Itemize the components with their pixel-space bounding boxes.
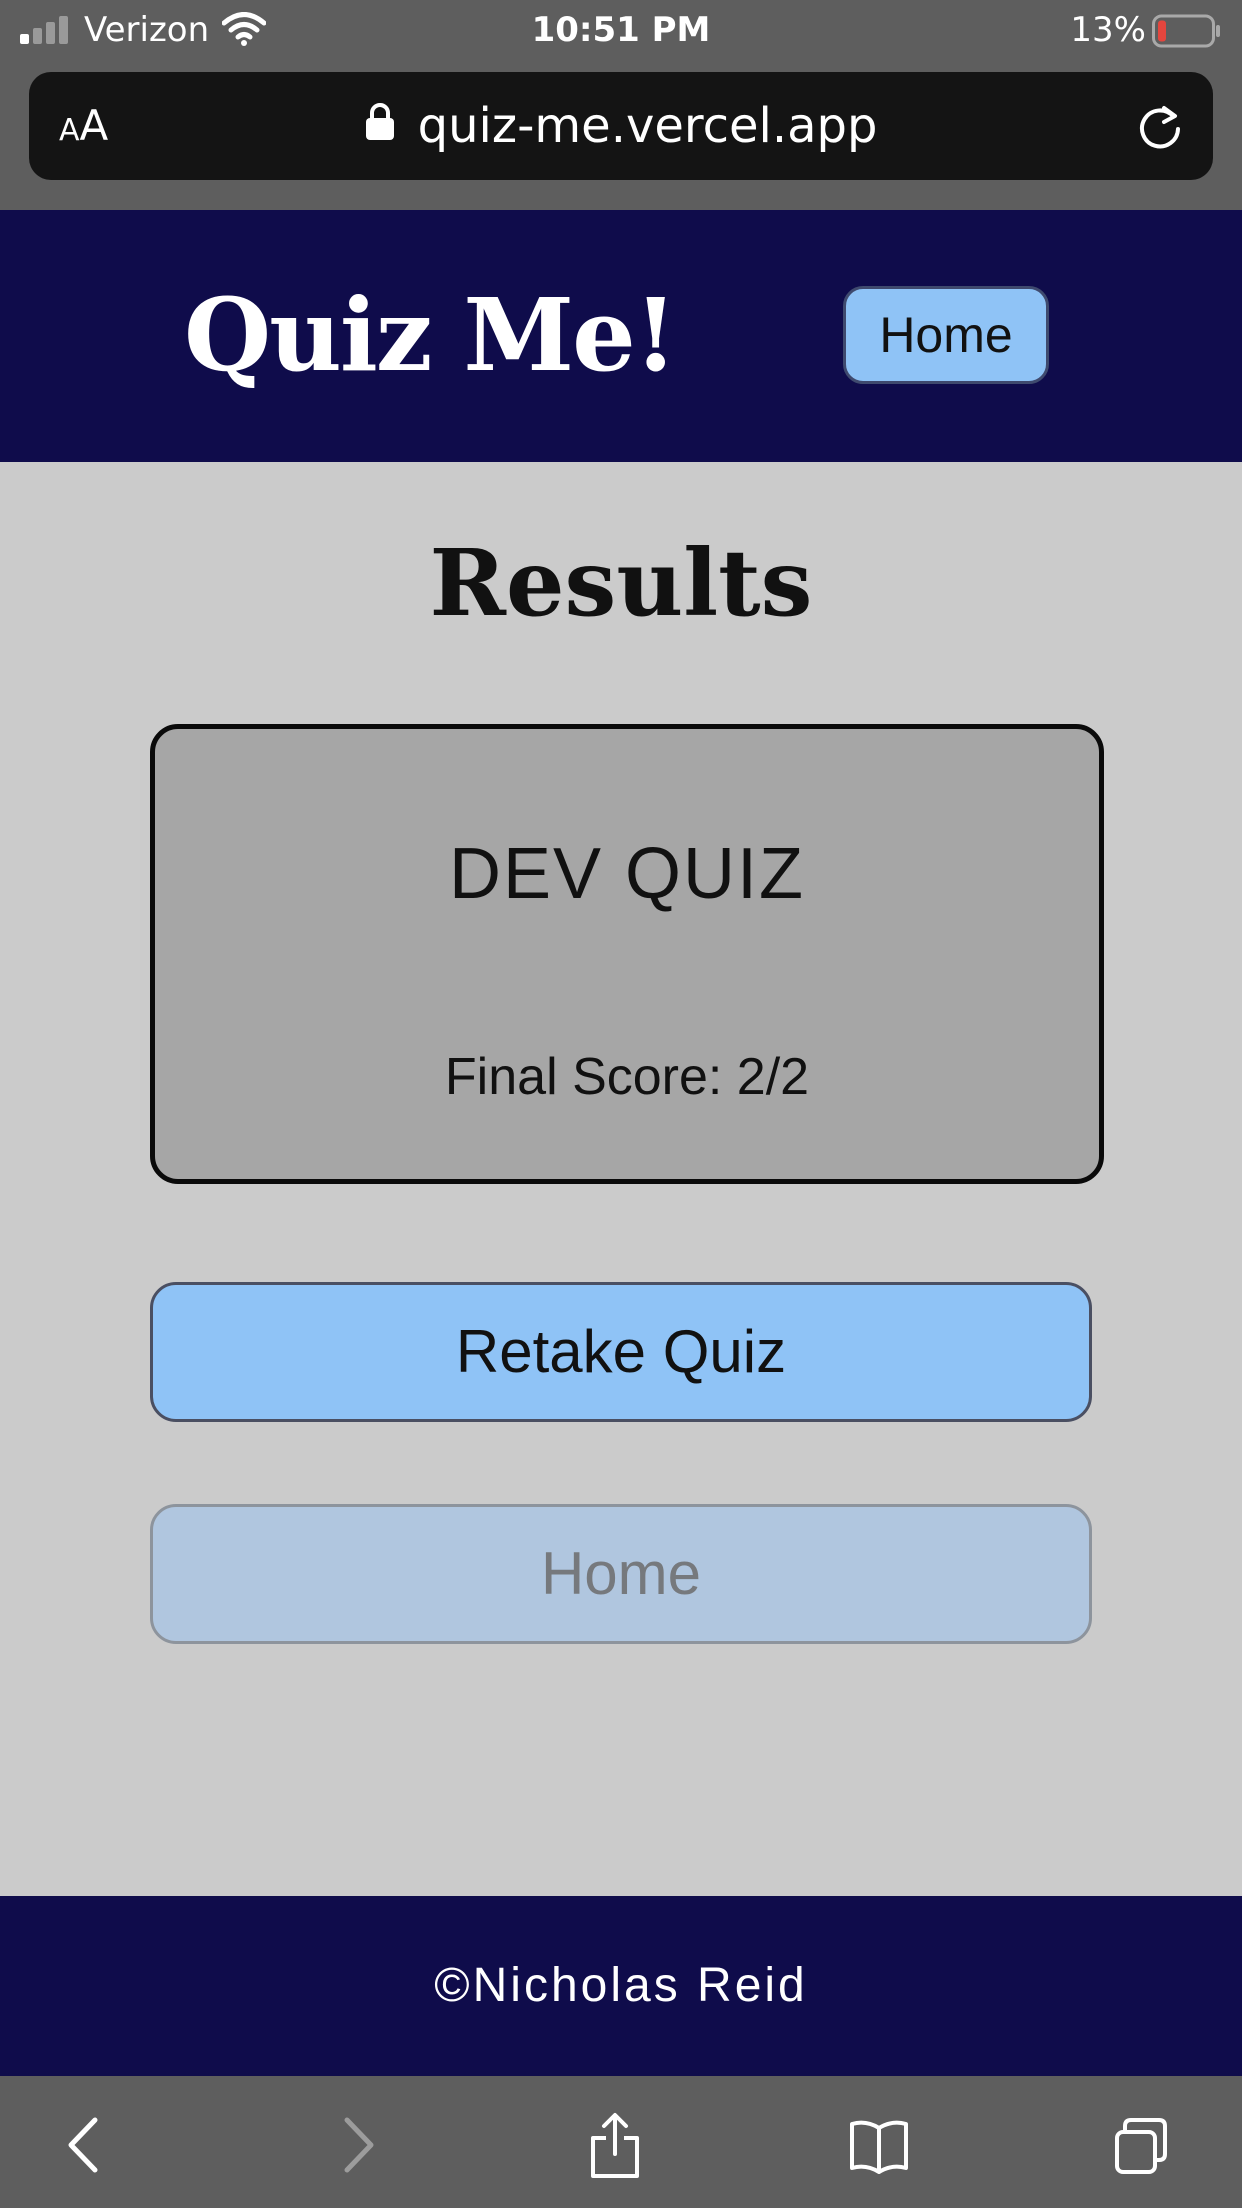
home-button[interactable]: Home bbox=[150, 1504, 1092, 1644]
final-score: Final Score: 2/2 bbox=[444, 1048, 810, 1106]
bookmarks-button[interactable] bbox=[824, 2076, 934, 2208]
url-text: quiz-me.vercel.app bbox=[417, 98, 878, 154]
result-card: DEV QUIZ Final Score: 2/2 bbox=[150, 724, 1104, 1184]
battery-level-fill bbox=[1158, 20, 1166, 42]
retake-quiz-button[interactable]: Retake Quiz bbox=[150, 1282, 1092, 1422]
results-heading: Results bbox=[429, 529, 813, 637]
tabs-button[interactable] bbox=[1086, 2076, 1196, 2208]
share-button[interactable] bbox=[560, 2076, 670, 2208]
battery-percent: 13% bbox=[1070, 10, 1146, 50]
url-field[interactable]: quiz-me.vercel.app bbox=[29, 98, 1213, 154]
back-icon bbox=[68, 2117, 98, 2173]
forward-button[interactable] bbox=[300, 2076, 410, 2208]
site-title: Quiz Me! bbox=[184, 276, 678, 394]
lock-icon bbox=[365, 103, 394, 140]
status-bar: Verizon 10:51 PM 13% bbox=[0, 0, 1242, 62]
bookmarks-icon bbox=[850, 2120, 908, 2174]
battery-icon bbox=[1152, 14, 1220, 48]
address-bar[interactable]: AA quiz-me.vercel.app bbox=[29, 72, 1213, 180]
browser-chrome: AA quiz-me.vercel.app bbox=[0, 62, 1242, 210]
tabs-icon bbox=[1115, 2118, 1167, 2174]
quiz-name: DEV QUIZ bbox=[448, 834, 806, 914]
site-header: Quiz Me! Home bbox=[0, 210, 1242, 462]
reload-icon[interactable] bbox=[1133, 100, 1187, 154]
forward-icon bbox=[344, 2117, 374, 2173]
header-home-button[interactable]: Home bbox=[843, 286, 1049, 384]
status-time: 10:51 PM bbox=[531, 10, 711, 50]
browser-toolbar bbox=[0, 2076, 1242, 2208]
footer-credit: ©Nicholas Reid bbox=[434, 1959, 808, 2012]
site-footer: ©Nicholas Reid bbox=[0, 1896, 1242, 2076]
back-button[interactable] bbox=[32, 2076, 142, 2208]
share-icon bbox=[591, 2113, 639, 2178]
